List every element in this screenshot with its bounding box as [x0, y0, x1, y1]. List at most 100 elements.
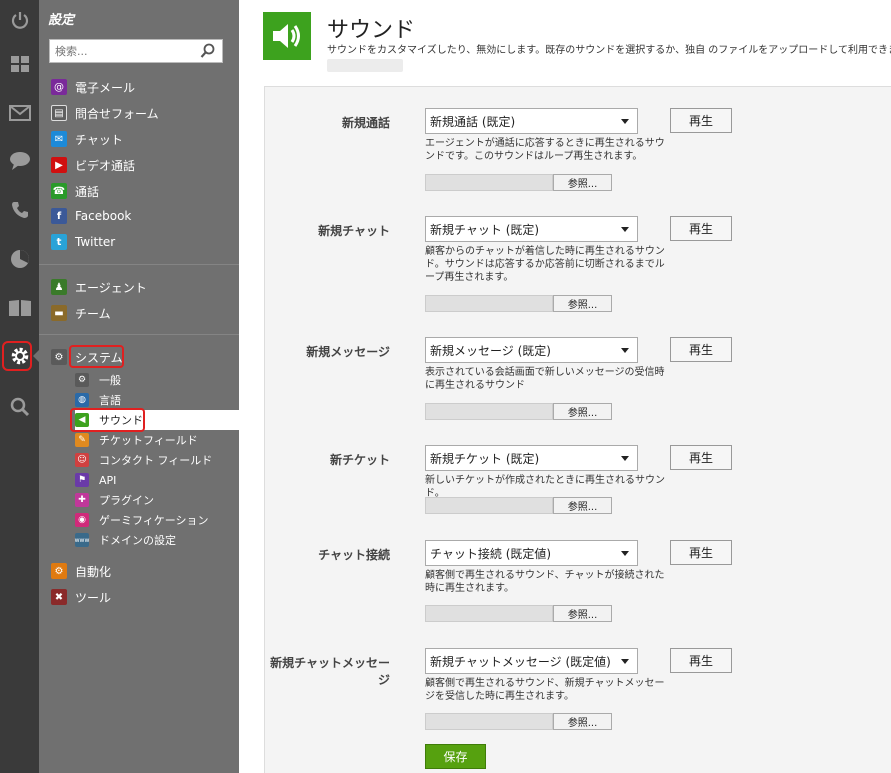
- sidebar-item-label: 問合せフォーム: [75, 106, 159, 121]
- row-help: 顧客からのチャットが着信した時に再生されるサウンド。サウンドは応答するか応答前に…: [425, 246, 665, 283]
- sidebar-item-label: 自動化: [75, 564, 112, 579]
- sidebar-item-label: ゲーミフィケーション: [99, 514, 209, 527]
- sound-icon: [263, 12, 311, 60]
- sidebar-item-phone[interactable]: ☎ 通話: [51, 180, 99, 202]
- sidebar-item-label: API: [99, 473, 117, 487]
- chevron-down-icon: [621, 659, 629, 664]
- sidebar-item-label: Facebook: [75, 209, 132, 223]
- row-help: 顧客側で再生されるサウンド、新規チャットメッセージを受信した時に再生されます。: [425, 678, 665, 702]
- sidebar-search: [49, 39, 223, 63]
- sidebar-item-form[interactable]: ▤ 問合せフォーム: [51, 102, 159, 124]
- email-icon: @: [51, 79, 67, 95]
- sound-select[interactable]: 新規メッセージ (既定): [425, 337, 638, 363]
- facebook-icon: f: [51, 208, 67, 224]
- email-icon[interactable]: [0, 93, 39, 133]
- file-field[interactable]: [425, 605, 553, 622]
- sidebar-item-label: ツール: [75, 590, 112, 605]
- sidebar-item-email[interactable]: @ 電子メール: [51, 76, 135, 98]
- sound-select[interactable]: 新規チャット (既定): [425, 216, 638, 242]
- sidebar-item-label: ビデオ通話: [75, 158, 136, 173]
- row-label: 新規チャット: [318, 224, 390, 238]
- file-field[interactable]: [425, 295, 553, 312]
- play-button[interactable]: 再生: [670, 337, 732, 362]
- browse-button[interactable]: 参照...: [553, 403, 612, 420]
- chevron-down-icon: [621, 227, 629, 232]
- sidebar-item-tools[interactable]: ✖ ツール: [51, 586, 111, 608]
- play-button[interactable]: 再生: [670, 108, 732, 133]
- sound-select[interactable]: チャット接続 (既定値): [425, 540, 638, 566]
- power-icon[interactable]: [0, 0, 39, 40]
- contact-fields-icon: ☺: [75, 453, 89, 467]
- file-field[interactable]: [425, 174, 553, 191]
- select-value: チャット接続 (既定値): [430, 546, 552, 561]
- file-field[interactable]: [425, 403, 553, 420]
- search-icon[interactable]: [200, 43, 216, 62]
- browse-button[interactable]: 参照...: [553, 174, 612, 191]
- sidebar-item-twitter[interactable]: t Twitter: [51, 231, 115, 253]
- sidebar-subitem-general[interactable]: ⚙ 一般: [75, 370, 121, 390]
- play-button[interactable]: 再生: [670, 445, 732, 470]
- sidebar-subitem-domain[interactable]: www ドメインの設定: [75, 530, 176, 550]
- chat-icon: ✉: [51, 131, 67, 147]
- sidebar-item-label: エージェント: [75, 280, 147, 295]
- select-value: 新規メッセージ (既定): [430, 343, 551, 358]
- chevron-down-icon: [621, 119, 629, 124]
- team-icon: ▬: [51, 305, 67, 321]
- row-help: 顧客側で再生されるサウンド、チャットが接続された時に再生されます。: [425, 570, 665, 594]
- sidebar-subitem-contact-fields[interactable]: ☺ コンタクト フィールド: [75, 450, 212, 470]
- chat-icon[interactable]: [0, 141, 39, 181]
- knowledgebase-icon[interactable]: [0, 288, 39, 328]
- sidebar-item-label: 一般: [99, 374, 121, 387]
- browse-button[interactable]: 参照...: [553, 713, 612, 730]
- sidebar-item-label: チャット: [75, 132, 123, 147]
- settings-highlight: [2, 341, 32, 371]
- sidebar-subitem-ticket-fields[interactable]: ✎ チケットフィールド: [75, 430, 198, 450]
- search-input[interactable]: [50, 40, 190, 62]
- reports-icon[interactable]: [0, 239, 39, 279]
- row-label: チャット接続: [318, 548, 390, 562]
- play-button[interactable]: 再生: [670, 216, 732, 241]
- sidebar-subitem-plugins[interactable]: ✚ プラグイン: [75, 490, 154, 510]
- select-value: 新規チャット (既定): [430, 222, 540, 237]
- select-value: 新規通話 (既定): [430, 114, 516, 129]
- page-description: サウンドをカスタマイズしたり、無効にします。既存のサウンドを選択するか、独自 の…: [327, 45, 891, 56]
- file-field[interactable]: [425, 497, 553, 514]
- file-field[interactable]: [425, 713, 553, 730]
- browse-button[interactable]: 参照...: [553, 605, 612, 622]
- play-button[interactable]: 再生: [670, 648, 732, 673]
- settings-sidebar: 設定 @ 電子メール ▤ 問合せフォーム ✉ チャット ▶ ビデオ通話 ☎ 通話…: [39, 0, 239, 773]
- search-icon[interactable]: [0, 387, 39, 427]
- twitter-icon: t: [51, 234, 67, 250]
- sidebar-item-automation[interactable]: ⚙ 自動化: [51, 560, 111, 582]
- sidebar-item-facebook[interactable]: f Facebook: [51, 205, 131, 227]
- sidebar-item-video[interactable]: ▶ ビデオ通話: [51, 154, 135, 176]
- sidebar-item-team[interactable]: ▬ チーム: [51, 302, 111, 324]
- sound-select[interactable]: 新規チケット (既定): [425, 445, 638, 471]
- gamification-icon: ◉: [75, 513, 89, 527]
- sidebar-subitem-language[interactable]: ◍ 言語: [75, 390, 121, 410]
- browse-button[interactable]: 参照...: [553, 497, 612, 514]
- sidebar-item-chat[interactable]: ✉ チャット: [51, 128, 123, 150]
- chevron-down-icon: [621, 456, 629, 461]
- row-label: 新規チャットメッセージ: [270, 656, 390, 687]
- sidebar-item-label: Twitter: [75, 235, 116, 249]
- form-icon: ▤: [51, 105, 67, 121]
- ticket-fields-icon: ✎: [75, 433, 89, 447]
- sidebar-item-label: ドメインの設定: [99, 534, 176, 547]
- sidebar-subitem-gamification[interactable]: ◉ ゲーミフィケーション: [75, 510, 209, 530]
- save-button[interactable]: 保存: [425, 744, 486, 769]
- phone-icon[interactable]: [0, 190, 39, 230]
- sidebar-item-agents[interactable]: ♟ エージェント: [51, 276, 147, 298]
- sidebar-divider: [39, 334, 239, 335]
- sidebar-subitem-api[interactable]: ⚑ API: [75, 470, 116, 490]
- sidebar-item-label: 電子メール: [75, 80, 136, 95]
- browse-button[interactable]: 参照...: [553, 295, 612, 312]
- sound-select[interactable]: 新規チャットメッセージ (既定値): [425, 648, 638, 674]
- phone-icon: ☎: [51, 183, 67, 199]
- sound-highlight: [70, 408, 145, 432]
- dashboard-icon[interactable]: [0, 44, 39, 84]
- sound-select[interactable]: 新規通話 (既定): [425, 108, 638, 134]
- sidebar-item-label: チケットフィールド: [99, 434, 198, 447]
- plugin-icon: ✚: [75, 493, 89, 507]
- play-button[interactable]: 再生: [670, 540, 732, 565]
